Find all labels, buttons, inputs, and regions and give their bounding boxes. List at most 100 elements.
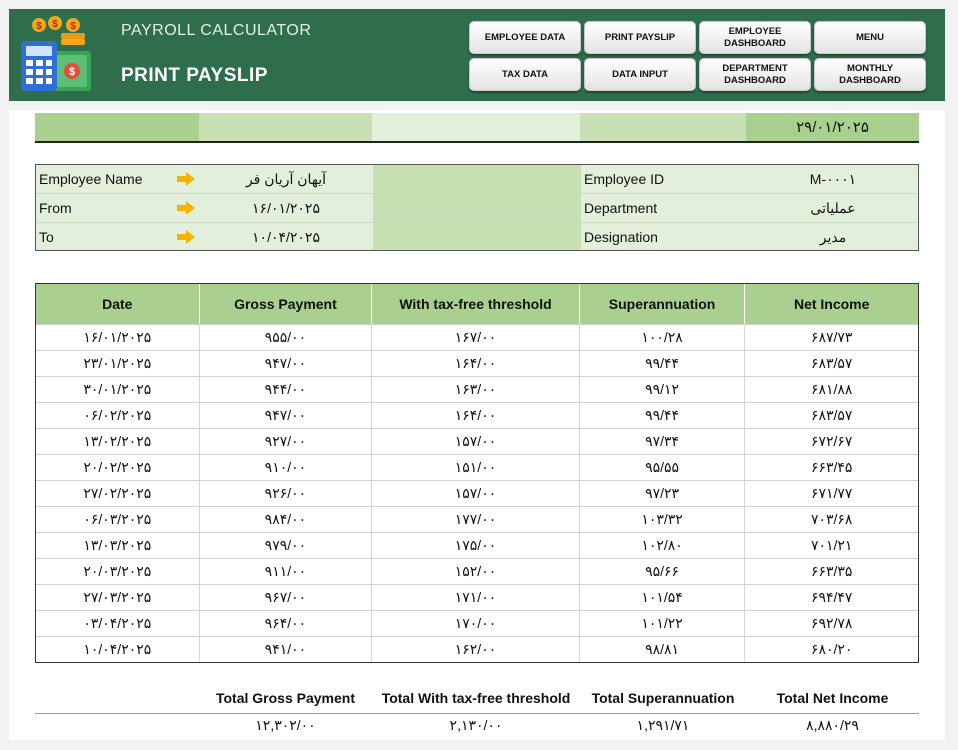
cell-superannuation[interactable]: ۱۰۳/۳۲ [580,507,746,532]
cell-gross-payment[interactable]: ۹۴۷/۰۰ [200,351,373,376]
cell-date[interactable]: ۰۶/۰۲/۲۰۲۵ [36,403,200,428]
cell-tax-free-threshold[interactable]: ۱۵۱/۰۰ [372,455,580,480]
payslip-sheet: ۲۹/۰۱/۲۰۲۵ Employee Name آیهان آریان فر … [9,110,945,740]
cell-date[interactable]: ۱۳/۰۳/۲۰۲۵ [36,533,200,558]
nav-print-payslip-button[interactable]: PRINT PAYSLIP [584,21,696,54]
band-cell [372,113,580,141]
totals-divider [35,713,919,714]
table-row: ۲۷/۰۲/۲۰۲۵ ۹۲۶/۰۰ ۱۵۷/۰۰ ۹۷/۲۳ ۶۷۱/۷۷ [36,480,918,506]
cell-gross-payment[interactable]: ۹۱۱/۰۰ [200,559,373,584]
cell-gross-payment[interactable]: ۹۶۷/۰۰ [200,585,373,610]
cell-net-income[interactable]: ۶۷۲/۶۷ [745,429,918,454]
total-super-label: Total Superannuation [591,690,735,706]
svg-text:$: $ [36,21,42,32]
nav-employee-data-button[interactable]: EMPLOYEE DATA [469,21,581,54]
nav-menu-button[interactable]: MENU [814,21,926,54]
cell-date[interactable]: ۱۶/۰۱/۲۰۲۵ [36,325,200,350]
calculator-money-logo: $ $ $ $ [21,16,91,91]
cell-gross-payment[interactable]: ۹۴۴/۰۰ [200,377,373,402]
cell-superannuation[interactable]: ۹۵/۵۵ [580,455,746,480]
employee-name-value[interactable]: آیهان آریان فر [200,171,372,188]
cell-date[interactable]: ۲۷/۰۳/۲۰۲۵ [36,585,200,610]
cell-net-income[interactable]: ۶۸۱/۸۸ [745,377,918,402]
cell-gross-payment[interactable]: ۹۷۹/۰۰ [200,533,373,558]
cell-gross-payment[interactable]: ۹۴۱/۰۰ [200,637,373,662]
employee-id-label: Employee ID [584,171,665,187]
employee-id-value[interactable]: M-۰۰۰۱ [747,171,919,188]
total-net-label: Total Net Income [776,690,889,706]
cell-net-income[interactable]: ۷۰۳/۶۸ [745,507,918,532]
cell-date[interactable]: ۲۳/۰۱/۲۰۲۵ [36,351,200,376]
cell-net-income[interactable]: ۶۸۰/۲۰ [745,637,918,662]
cell-date[interactable]: ۱۳/۰۲/۲۰۲۵ [36,429,200,454]
nav-monthly-dashboard-button[interactable]: MONTHLY DASHBOARD [814,58,926,91]
info-row: To ۱۰/۰۴/۲۰۲۵ Designation مدیر [36,223,918,252]
column-header-net-income: Net Income [793,296,870,312]
nav-department-dashboard-button[interactable]: DEPARTMENT DASHBOARD [699,58,811,91]
cell-net-income[interactable]: ۶۶۳/۳۵ [745,559,918,584]
cell-date[interactable]: ۰۳/۰۴/۲۰۲۵ [36,611,200,636]
cell-tax-free-threshold[interactable]: ۱۷۷/۰۰ [372,507,580,532]
cell-net-income[interactable]: ۶۸۷/۷۳ [745,325,918,350]
arrow-right-icon [177,172,195,186]
cell-tax-free-threshold[interactable]: ۱۶۴/۰۰ [372,403,580,428]
cell-net-income[interactable]: ۶۸۳/۵۷ [745,351,918,376]
table-row: ۱۳/۰۳/۲۰۲۵ ۹۷۹/۰۰ ۱۷۵/۰۰ ۱۰۲/۸۰ ۷۰۱/۲۱ [36,532,918,558]
cell-tax-free-threshold[interactable]: ۱۷۰/۰۰ [372,611,580,636]
department-value[interactable]: عملیاتی [747,200,919,217]
cell-tax-free-threshold[interactable]: ۱۶۲/۰۰ [372,637,580,662]
from-date-value[interactable]: ۱۶/۰۱/۲۰۲۵ [200,200,372,217]
cell-net-income[interactable]: ۶۹۴/۴۷ [745,585,918,610]
cell-superannuation[interactable]: ۱۰۱/۵۴ [580,585,746,610]
column-header-date: Date [36,284,200,324]
cell-superannuation[interactable]: ۹۹/۱۲ [580,377,746,402]
cell-date[interactable]: ۲۰/۰۲/۲۰۲۵ [36,455,200,480]
cell-superannuation[interactable]: ۹۵/۶۶ [580,559,746,584]
cell-net-income[interactable]: ۷۰۱/۲۱ [745,533,918,558]
band-cell [580,113,746,141]
nav-data-input-button[interactable]: DATA INPUT [584,58,696,91]
cell-superannuation[interactable]: ۹۸/۸۱ [580,637,746,662]
cell-net-income[interactable]: ۶۷۱/۷۷ [745,481,918,506]
payments-table: Date Gross Payment With tax-free thresho… [35,283,919,663]
nav-employee-dashboard-button[interactable]: EMPLOYEE DASHBOARD [699,21,811,54]
cell-tax-free-threshold[interactable]: ۱۶۴/۰۰ [372,351,580,376]
cell-superannuation[interactable]: ۹۷/۳۴ [580,429,746,454]
cell-tax-free-threshold[interactable]: ۱۶۷/۰۰ [372,325,580,350]
cell-gross-payment[interactable]: ۹۵۵/۰۰ [200,325,373,350]
cell-gross-payment[interactable]: ۹۲۷/۰۰ [200,429,373,454]
arrow-right-icon [177,201,195,215]
from-label: From [39,200,72,216]
cell-gross-payment[interactable]: ۹۶۴/۰۰ [200,611,373,636]
totals-section: Total Gross Payment Total With tax-free … [35,686,919,734]
top-band: ۲۹/۰۱/۲۰۲۵ [35,113,919,143]
cell-gross-payment[interactable]: ۹۸۴/۰۰ [200,507,373,532]
cell-tax-free-threshold[interactable]: ۱۵۷/۰۰ [372,481,580,506]
cell-superannuation[interactable]: ۱۰۱/۲۲ [580,611,746,636]
cell-tax-free-threshold[interactable]: ۱۷۵/۰۰ [372,533,580,558]
cell-superannuation[interactable]: ۹۹/۴۴ [580,351,746,376]
cell-tax-free-threshold[interactable]: ۱۵۷/۰۰ [372,429,580,454]
designation-value[interactable]: مدیر [747,229,919,246]
cell-net-income[interactable]: ۶۶۳/۴۵ [745,455,918,480]
cell-date[interactable]: ۲۰/۰۳/۲۰۲۵ [36,559,200,584]
cell-gross-payment[interactable]: ۹۴۷/۰۰ [200,403,373,428]
cell-gross-payment[interactable]: ۹۲۶/۰۰ [200,481,373,506]
cell-tax-free-threshold[interactable]: ۱۷۱/۰۰ [372,585,580,610]
cell-net-income[interactable]: ۶۸۳/۵۷ [745,403,918,428]
cell-net-income[interactable]: ۶۹۲/۷۸ [745,611,918,636]
cell-tax-free-threshold[interactable]: ۱۵۲/۰۰ [372,559,580,584]
cell-gross-payment[interactable]: ۹۱۰/۰۰ [200,455,373,480]
cell-superannuation[interactable]: ۱۰۲/۸۰ [580,533,746,558]
cell-superannuation[interactable]: ۹۷/۲۳ [580,481,746,506]
cell-date[interactable]: ۱۰/۰۴/۲۰۲۵ [36,637,200,662]
cell-superannuation[interactable]: ۱۰۰/۲۸ [580,325,746,350]
nav-tax-data-button[interactable]: TAX DATA [469,58,581,91]
cell-date[interactable]: ۰۶/۰۳/۲۰۲۵ [36,507,200,532]
cell-date[interactable]: ۲۷/۰۲/۲۰۲۵ [36,481,200,506]
cell-date[interactable]: ۳۰/۰۱/۲۰۲۵ [36,377,200,402]
cell-superannuation[interactable]: ۹۹/۴۴ [580,403,746,428]
to-date-value[interactable]: ۱۰/۰۴/۲۰۲۵ [200,229,372,246]
employee-name-label: Employee Name [39,171,143,187]
cell-tax-free-threshold[interactable]: ۱۶۳/۰۰ [372,377,580,402]
